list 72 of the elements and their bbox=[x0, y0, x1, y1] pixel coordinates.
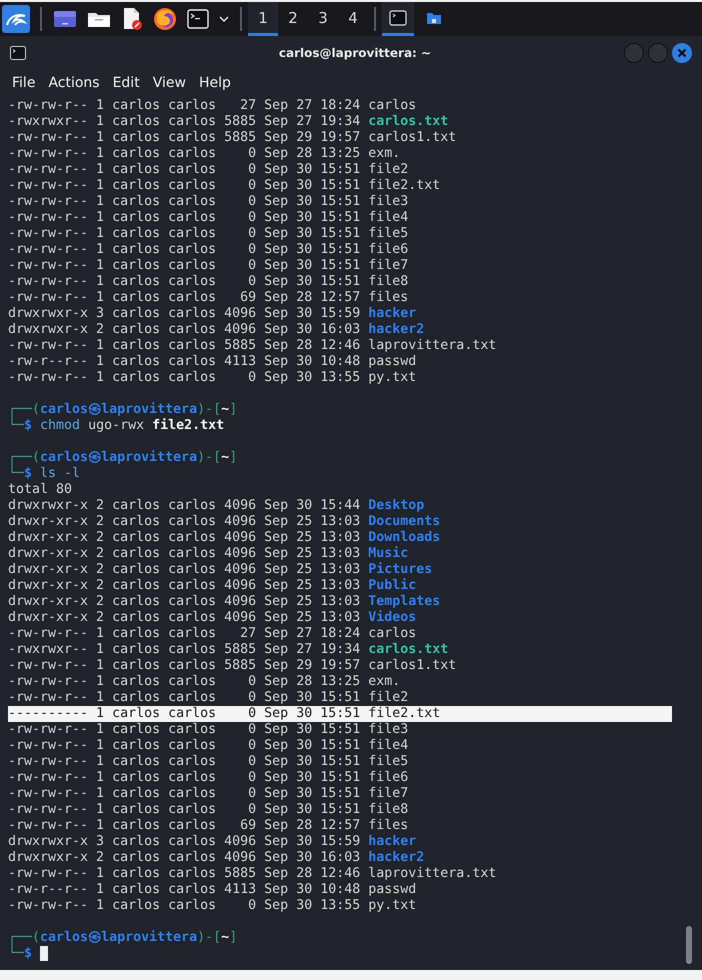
file-listing-line: -rw-rw-r-- 1 carlos carlos 27 Sep 27 18:24 carlos bbox=[8, 98, 418, 114]
file-listing-line: -rw-rw-r-- 1 carlos carlos 5885 Sep 28 12:46 laprovittera.txt bbox=[8, 338, 498, 354]
file-listing-line: drwxrwxr-x 2 carlos carlos 4096 Sep 30 16:03 hacker2 bbox=[8, 322, 426, 338]
file-listing-line: -rw-rw-r-- 1 carlos carlos 0 Sep 30 15:51 file3 bbox=[8, 194, 410, 210]
file-listing-line: drwxr-xr-x 2 carlos carlos 4096 Sep 25 13:03 Videos bbox=[8, 610, 418, 626]
file-listing-line: -rw-rw-r-- 1 carlos carlos 0 Sep 28 13:25 exm. bbox=[8, 674, 402, 690]
file-listing-line: -rw-rw-r-- 1 carlos carlos 0 Sep 30 15:51 file8 bbox=[8, 802, 410, 818]
file-listing-line: drwxr-xr-x 2 carlos carlos 4096 Sep 25 13:03 Music bbox=[8, 546, 410, 562]
file-listing-line: -rw-rw-r-- 1 carlos carlos 0 Sep 30 15:51 file2.txt bbox=[8, 178, 442, 194]
file-listing-line: -rw-rw-r-- 1 carlos carlos 5885 Sep 29 19:57 carlos1.txt bbox=[8, 658, 458, 674]
file-listing-line: drwxrwxr-x 2 carlos carlos 4096 Sep 30 15:44 Desktop bbox=[8, 498, 426, 514]
file-listing-line: -rw-rw-r-- 1 carlos carlos 0 Sep 30 15:51 file7 bbox=[8, 258, 410, 274]
file-listing-line: -rw-rw-r-- 1 carlos carlos 0 Sep 30 13:55 py.txt bbox=[8, 370, 418, 386]
file-listing-line: -rw-rw-r-- 1 carlos carlos 0 Sep 30 15:51 file6 bbox=[8, 770, 410, 786]
terminal-icon bbox=[389, 10, 407, 26]
prompt-line: ┌──(carlos㉿laprovittera)-[~] bbox=[8, 402, 238, 417]
document-icon[interactable] bbox=[121, 7, 143, 31]
file-listing-line: drwxr-xr-x 2 carlos carlos 4096 Sep 25 13:03 Templates bbox=[8, 594, 442, 610]
file-listing-line: -rwxrwxr-- 1 carlos carlos 5885 Sep 27 19:34 carlos.txt bbox=[8, 642, 450, 658]
file-listing-line: -rwxrwxr-- 1 carlos carlos 5885 Sep 27 19:34 carlos.txt bbox=[8, 114, 450, 130]
file-listing-line: drwxrwxr-x 3 carlos carlos 4096 Sep 30 15:59 hacker bbox=[8, 834, 418, 850]
file-listing-line: -rw-rw-r-- 1 carlos carlos 5885 Sep 29 19:57 carlos1.txt bbox=[8, 130, 458, 146]
menu-item[interactable]: View bbox=[152, 75, 186, 91]
menu-item[interactable]: Edit bbox=[112, 75, 140, 91]
command-line: └─$ ls -l bbox=[8, 466, 80, 481]
file-listing-line: -rw-rw-r-- 1 carlos carlos 0 Sep 28 13:25 exm. bbox=[8, 146, 402, 162]
file-listing-line: -rw-rw-r-- 1 carlos carlos 27 Sep 27 18:24 carlos bbox=[8, 626, 418, 642]
file-listing-line: -rw-rw-r-- 1 carlos carlos 0 Sep 30 15:51 file5 bbox=[8, 754, 410, 770]
folder-icon bbox=[426, 10, 442, 24]
file-listing-line: -rw-rw-r-- 1 carlos carlos 0 Sep 30 15:51 file5 bbox=[8, 226, 410, 242]
file-listing-line: -rw-r--r-- 1 carlos carlos 4113 Sep 30 10:48 passwd bbox=[8, 882, 418, 898]
file-listing-line: -rw-rw-r-- 1 carlos carlos 0 Sep 30 15:51 file2 bbox=[8, 690, 410, 706]
monitor-icon[interactable] bbox=[53, 9, 77, 29]
workspace-tab[interactable]: 4 bbox=[338, 2, 368, 36]
menu-item[interactable]: File bbox=[12, 75, 36, 91]
file-listing-line: drwxrwxr-x 3 carlos carlos 4096 Sep 30 15:59 hacker bbox=[8, 306, 418, 322]
file-listing-line: -rw-rw-r-- 1 carlos carlos 0 Sep 30 15:51 file4 bbox=[8, 210, 410, 226]
close-icon[interactable] bbox=[672, 43, 692, 63]
window-title: carlos@laprovittera: ~ bbox=[278, 46, 432, 60]
file-listing-line: drwxr-xr-x 2 carlos carlos 4096 Sep 25 13:03 Documents bbox=[8, 514, 442, 530]
terminal-icon[interactable] bbox=[187, 9, 209, 29]
file-listing-line: -rw-rw-r-- 1 carlos carlos 0 Sep 30 15:51 file2 bbox=[8, 162, 410, 178]
file-listing-line: -rw-r--r-- 1 carlos carlos 4113 Sep 30 10:48 passwd bbox=[8, 354, 418, 370]
task-button[interactable] bbox=[382, 2, 414, 36]
file-listing-line: -rw-rw-r-- 1 carlos carlos 0 Sep 30 15:51 file6 bbox=[8, 242, 410, 258]
command-line: └─$ chmod ugo-rwx file2.txt bbox=[8, 418, 224, 433]
file-listing-line: -rw-rw-r-- 1 carlos carlos 69 Sep 28 12:57 files bbox=[8, 290, 410, 306]
file-listing-line: -rw-rw-r-- 1 carlos carlos 5885 Sep 28 12:46 laprovittera.txt bbox=[8, 866, 498, 882]
scrollbar-thumb[interactable] bbox=[686, 926, 692, 964]
app-menu-icon[interactable] bbox=[2, 5, 30, 33]
file-listing-line: -rw-rw-r-- 1 carlos carlos 0 Sep 30 15:51 file7 bbox=[8, 786, 410, 802]
file-listing-line: -rw-rw-r-- 1 carlos carlos 0 Sep 30 13:55 py.txt bbox=[8, 898, 418, 914]
file-listing-line: -rw-rw-r-- 1 carlos carlos 69 Sep 28 12:57 files bbox=[8, 818, 410, 834]
caret-icon[interactable] bbox=[219, 16, 229, 22]
file-listing-line: drwxr-xr-x 2 carlos carlos 4096 Sep 25 13:03 Downloads bbox=[8, 530, 442, 546]
command-line: └─$ bbox=[8, 946, 32, 961]
workspace-tab[interactable]: 2 bbox=[278, 2, 308, 36]
browser-icon[interactable] bbox=[153, 7, 177, 31]
file-listing-line: -rw-rw-r-- 1 carlos carlos 0 Sep 30 15:51 file4 bbox=[8, 738, 410, 754]
file-listing-line: drwxrwxr-x 2 carlos carlos 4096 Sep 30 16:03 hacker2 bbox=[8, 850, 426, 866]
output-line: total 80 bbox=[8, 482, 74, 498]
prompt-line: ┌──(carlos㉿laprovittera)-[~] bbox=[8, 930, 238, 945]
menu-item[interactable]: Help bbox=[198, 75, 231, 91]
file-listing-line: -rw-rw-r-- 1 carlos carlos 0 Sep 30 15:51 file8 bbox=[8, 274, 410, 290]
workspace-tab[interactable]: 3 bbox=[308, 2, 338, 36]
prompt-line: ┌──(carlos㉿laprovittera)-[~] bbox=[8, 450, 238, 465]
terminal-icon bbox=[10, 46, 26, 60]
file-listing-line: drwxr-xr-x 2 carlos carlos 4096 Sep 25 13:03 Pictures bbox=[8, 562, 434, 578]
file-listing-line: -rw-rw-r-- 1 carlos carlos 0 Sep 30 15:51 file3 bbox=[8, 722, 410, 738]
file-listing-line: drwxr-xr-x 2 carlos carlos 4096 Sep 25 13:03 Public bbox=[8, 578, 418, 594]
menu-item[interactable]: Actions bbox=[48, 75, 100, 91]
workspace-tab[interactable]: 1 bbox=[248, 2, 278, 36]
